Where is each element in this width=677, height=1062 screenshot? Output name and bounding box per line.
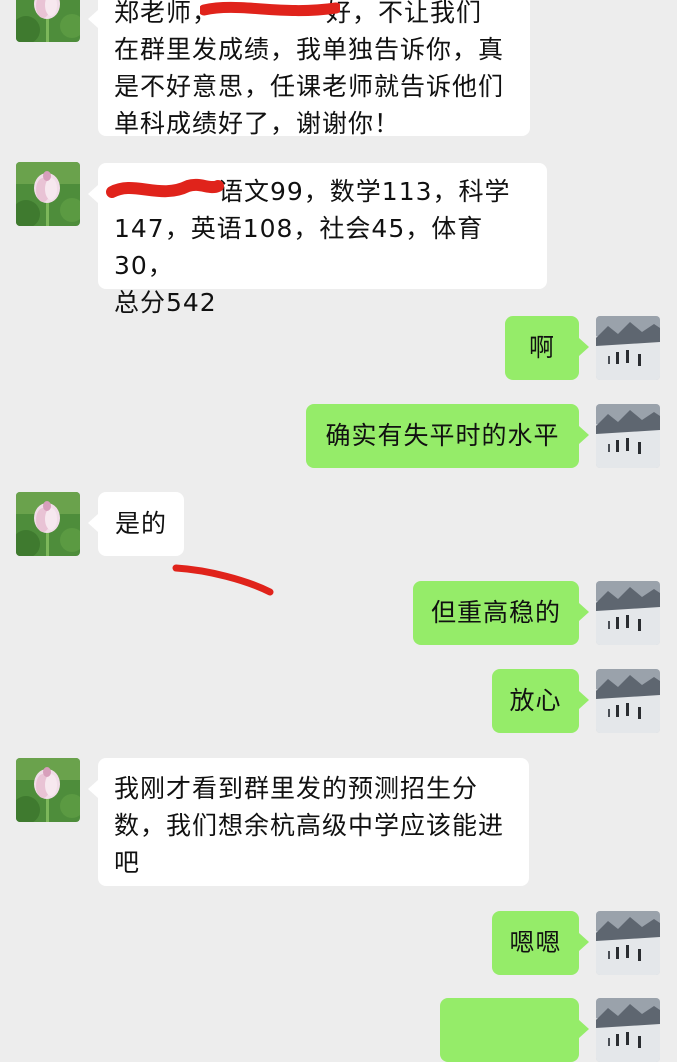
message-bubble-outgoing[interactable]: 放心	[492, 669, 589, 733]
parent-avatar[interactable]	[596, 669, 660, 733]
parent-avatar[interactable]	[596, 998, 660, 1062]
message-text-line: 但重高稳的	[430, 598, 561, 627]
message-text-line: 啊	[528, 333, 555, 362]
message-text-line: 放心	[509, 686, 562, 715]
message-text-line: 总分542	[114, 288, 217, 317]
message-bubble-incoming[interactable]: 郑老师， 好，不让我们 在群里发成绩，我单独告诉你，真 是不好意思，任课老师就告诉…	[88, 0, 530, 138]
snowy-mountain-icon	[596, 316, 660, 380]
snowy-mountain-icon	[596, 911, 660, 975]
message-text-line: 在群里发成绩，我单独告诉你，真	[114, 35, 505, 64]
message-bubble-incoming[interactable]: 我刚才看到群里发的预测招生分 数，我们想余杭高级中学应该能进 吧	[88, 758, 529, 886]
parent-avatar[interactable]	[596, 911, 660, 975]
message-bubble-outgoing[interactable]: 但重高稳的	[413, 581, 589, 645]
lotus-icon	[16, 162, 80, 226]
red-underline-mark	[172, 564, 274, 596]
message-text-fragment: 语文99，数学113，科学	[218, 177, 511, 206]
message-bubble-outgoing[interactable]: 啊	[505, 316, 589, 380]
parent-avatar[interactable]	[596, 404, 660, 468]
message-text-line: 是不好意思，任课老师就告诉他们	[114, 72, 505, 101]
parent-avatar[interactable]	[596, 316, 660, 380]
snowy-mountain-icon	[596, 581, 660, 645]
parent-avatar[interactable]	[596, 581, 660, 645]
snowy-mountain-icon	[596, 669, 660, 733]
message-text-fragment: 郑老师，	[114, 0, 219, 27]
teacher-avatar[interactable]	[16, 492, 80, 556]
teacher-avatar[interactable]	[16, 758, 80, 822]
message-bubble-outgoing[interactable]	[440, 998, 589, 1062]
snowy-mountain-icon	[596, 404, 660, 468]
message-bubble-outgoing[interactable]: 确实有失平时的水平	[306, 404, 589, 468]
lotus-icon	[16, 492, 80, 556]
message-text-line: 147，英语108，社会45，体育30，	[114, 214, 484, 280]
message-bubble-outgoing[interactable]: 嗯嗯	[492, 911, 589, 975]
lotus-icon	[16, 0, 80, 42]
message-text-line: 语文99，数学113，科学	[114, 173, 533, 210]
message-text-line: 是的	[114, 509, 167, 538]
teacher-avatar[interactable]	[16, 162, 80, 226]
teacher-avatar[interactable]	[16, 0, 80, 42]
message-bubble-incoming[interactable]: 是的	[88, 492, 184, 556]
message-text-line: 数，我们想余杭高级中学应该能进	[114, 811, 505, 840]
message-text-line: 我刚才看到群里发的预测招生分	[114, 774, 479, 803]
message-text-line: 确实有失平时的水平	[325, 421, 560, 450]
message-text-line: 嗯嗯	[509, 928, 562, 957]
message-text-fragment: 好，不让我们	[326, 0, 483, 27]
snowy-mountain-icon	[596, 998, 660, 1062]
message-text-line: 郑老师， 好，不让我们	[114, 0, 516, 31]
message-text-line: 吧	[114, 848, 141, 877]
message-bubble-incoming[interactable]: 语文99，数学113，科学 147，英语108，社会45，体育30， 总分542	[88, 163, 547, 317]
message-text-line: 单科成绩好了，谢谢你！	[114, 109, 401, 138]
lotus-icon	[16, 758, 80, 822]
